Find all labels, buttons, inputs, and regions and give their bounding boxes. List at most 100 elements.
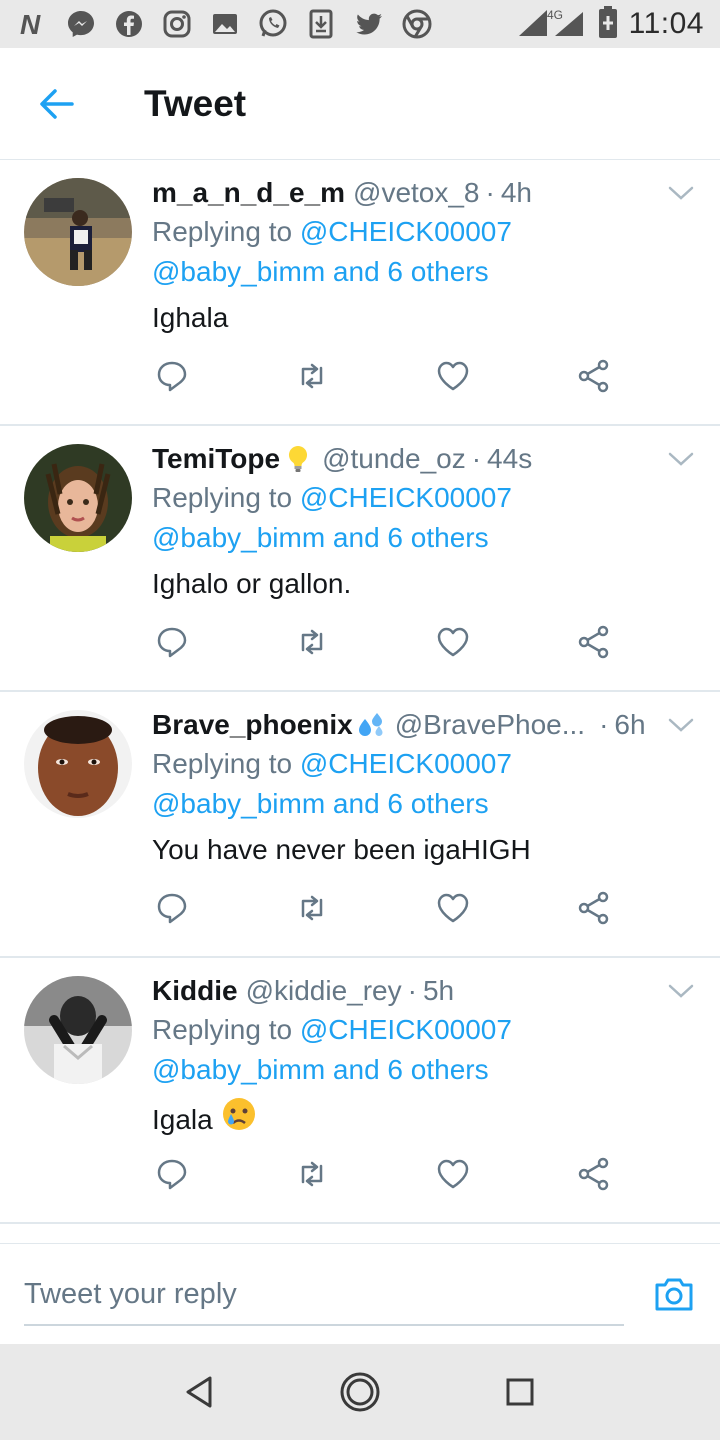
chrome-icon xyxy=(400,7,434,41)
share-button[interactable] xyxy=(574,356,614,396)
chevron-down-icon[interactable] xyxy=(666,444,696,474)
tweet-item[interactable]: m_a_n_d_e_m @vetox_8 · 4h Replying to @C… xyxy=(0,160,720,426)
camera-icon xyxy=(655,1278,693,1311)
partial-tweet-preview xyxy=(0,1224,720,1243)
author-handle[interactable]: @BravePhoe... xyxy=(395,709,585,741)
tweet-actions xyxy=(152,356,622,396)
chevron-down-icon[interactable] xyxy=(666,976,696,1006)
facebook-icon xyxy=(112,7,146,41)
nav-recents-button[interactable] xyxy=(490,1362,550,1422)
author-name[interactable]: TemiTope xyxy=(152,443,280,475)
share-button[interactable] xyxy=(574,888,614,928)
replying-to: Replying to @CHEICK00007 xyxy=(152,212,696,252)
avatar[interactable] xyxy=(24,444,132,552)
reply-input[interactable] xyxy=(24,1264,624,1326)
reply-others-link[interactable]: @baby_bimm and 6 others xyxy=(152,522,489,553)
replying-to: Replying to @CHEICK00007 xyxy=(152,744,696,784)
download-icon xyxy=(304,7,338,41)
tweet-actions xyxy=(152,622,622,662)
replying-prefix: Replying to xyxy=(152,482,293,513)
tweet-actions xyxy=(152,1154,622,1194)
reply-to-link[interactable]: @CHEICK00007 xyxy=(300,216,512,247)
retweet-button[interactable] xyxy=(292,1154,332,1194)
reply-button[interactable] xyxy=(152,1154,192,1194)
replying-prefix: Replying to xyxy=(152,216,293,247)
back-button[interactable] xyxy=(0,48,112,160)
avatar[interactable] xyxy=(24,178,132,286)
share-button[interactable] xyxy=(574,622,614,662)
author-handle[interactable]: @kiddie_rey xyxy=(246,975,402,1007)
author-handle[interactable]: @vetox_8 xyxy=(353,177,480,209)
retweet-button[interactable] xyxy=(292,888,332,928)
reply-button[interactable] xyxy=(152,622,192,662)
author-handle[interactable]: @tunde_oz xyxy=(322,443,466,475)
author-name[interactable]: Kiddie xyxy=(152,975,238,1007)
signal-icon: 4G xyxy=(517,6,587,43)
tweet-text: You have never been igaHIGH xyxy=(152,830,696,870)
avatar[interactable] xyxy=(24,976,132,1084)
reply-others-link[interactable]: @baby_bimm and 6 others xyxy=(152,788,489,819)
tweet-item-partial[interactable] xyxy=(0,1224,720,1243)
share-icon xyxy=(578,625,609,659)
author-name[interactable]: m_a_n_d_e_m xyxy=(152,177,345,209)
chevron-down-icon[interactable] xyxy=(666,178,696,208)
separator-dot: · xyxy=(407,975,417,1006)
battery-icon xyxy=(597,5,619,44)
replying-prefix: Replying to xyxy=(152,1014,293,1045)
tweet-time: 5h xyxy=(422,975,455,1006)
separator-dot: · xyxy=(471,443,482,474)
reply-to-link[interactable]: @CHEICK00007 xyxy=(300,1014,512,1045)
replying-to: Replying to @CHEICK00007 xyxy=(152,478,696,518)
retweet-icon xyxy=(301,1161,323,1187)
share-icon xyxy=(578,891,609,925)
avatar[interactable] xyxy=(24,710,132,818)
retweet-button[interactable] xyxy=(292,356,332,396)
heart-icon xyxy=(437,1159,469,1189)
like-button[interactable] xyxy=(433,1154,473,1194)
like-button[interactable] xyxy=(433,356,473,396)
messenger-icon xyxy=(64,7,98,41)
triangle-back-icon xyxy=(186,1376,212,1408)
share-icon xyxy=(578,1157,609,1191)
separator-dot: · xyxy=(599,709,609,740)
retweet-button[interactable] xyxy=(292,622,332,662)
like-button[interactable] xyxy=(433,888,473,928)
share-button[interactable] xyxy=(574,1154,614,1194)
whatsapp-icon xyxy=(256,7,290,41)
reply-to-link[interactable]: @CHEICK00007 xyxy=(300,482,512,513)
tweet-item[interactable]: Brave_phoenix @BravePhoe... · 6h Replyin… xyxy=(0,692,720,958)
app-header: Tweet xyxy=(0,48,720,160)
chevron-down-icon[interactable] xyxy=(666,710,696,740)
reply-icon xyxy=(157,1159,187,1190)
tweet-body: Kiddie @kiddie_rey · 5h Replying to @CHE… xyxy=(152,972,696,1143)
author-name[interactable]: Brave_phoenix xyxy=(152,709,353,741)
tweet-item[interactable]: TemiTope @tunde_oz · 44s Replying to @CH… xyxy=(0,426,720,692)
reply-button[interactable] xyxy=(152,888,192,928)
separator-dot: · xyxy=(485,177,495,208)
android-nav-bar xyxy=(0,1344,720,1440)
tweet-header: m_a_n_d_e_m @vetox_8 · 4h xyxy=(152,174,696,212)
crying-face-emoji xyxy=(221,1096,257,1143)
reply-button[interactable] xyxy=(152,356,192,396)
tweet-body: Brave_phoenix @BravePhoe... · 6h Replyin… xyxy=(152,706,696,870)
heart-icon xyxy=(437,893,469,923)
like-button[interactable] xyxy=(433,622,473,662)
reply-list[interactable]: m_a_n_d_e_m @vetox_8 · 4h Replying to @C… xyxy=(0,160,720,1243)
status-bar: N 4G 11:04 xyxy=(0,0,720,48)
nav-home-button[interactable] xyxy=(330,1362,390,1422)
tweet-text-content: Ighalo or gallon. xyxy=(152,568,352,599)
reply-composer xyxy=(0,1243,720,1344)
reply-others-link[interactable]: @baby_bimm and 6 others xyxy=(152,256,489,287)
reply-to-link[interactable]: @CHEICK00007 xyxy=(300,748,512,779)
reply-others-link[interactable]: @baby_bimm and 6 others xyxy=(152,1054,489,1085)
retweet-icon xyxy=(301,363,323,389)
replying-prefix: Replying to xyxy=(152,748,293,779)
replying-others: @baby_bimm and 6 others xyxy=(152,784,696,824)
tweet-body: m_a_n_d_e_m @vetox_8 · 4h Replying to @C… xyxy=(152,174,696,338)
retweet-icon xyxy=(301,629,323,655)
nav-back-button[interactable] xyxy=(170,1362,230,1422)
tweet-item[interactable]: Kiddie @kiddie_rey · 5h Replying to @CHE… xyxy=(0,958,720,1224)
tweet-header: TemiTope @tunde_oz · 44s xyxy=(152,440,696,478)
instagram-icon xyxy=(160,7,194,41)
camera-button[interactable] xyxy=(652,1272,696,1316)
